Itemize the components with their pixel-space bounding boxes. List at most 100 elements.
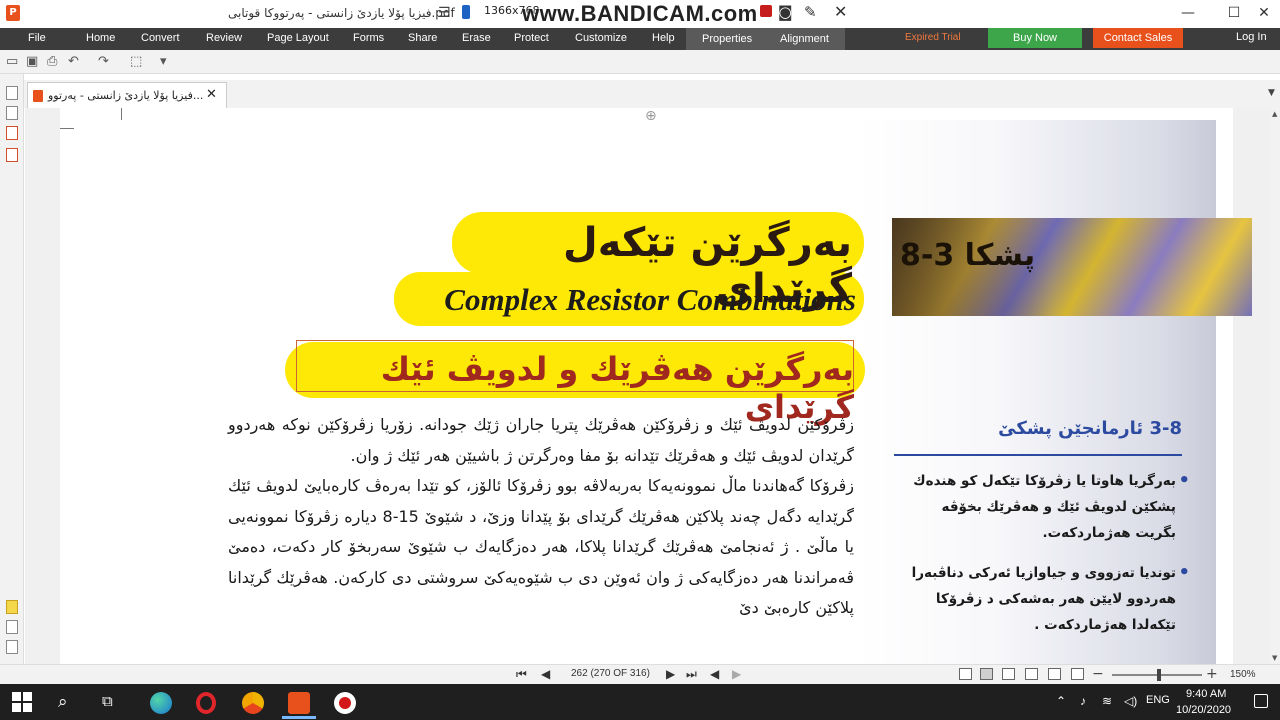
menu-lines-icon[interactable]: ☰ (438, 5, 451, 21)
body-text: زڤرۆکێن لدویڤ ئێك و زڤرۆکێن هەڤرێك پتریا… (228, 410, 854, 624)
menu-home[interactable]: Home (86, 32, 115, 44)
notification-center-icon[interactable] (1254, 694, 1268, 708)
record-stop-icon[interactable] (760, 5, 772, 17)
forward-view-icon[interactable]: ▶ (732, 667, 741, 681)
camera-icon[interactable]: ◙ (778, 3, 793, 21)
zoom-in-button[interactable]: + (1206, 666, 1218, 682)
recorder-close-icon[interactable]: ✕ (834, 2, 847, 21)
microphone-icon[interactable]: ♪ (1080, 694, 1086, 708)
print-icon[interactable]: ⎙ (47, 54, 57, 69)
wifi-icon[interactable]: ≋ (1102, 694, 1112, 708)
status-bar: ⏮ ◀ 262 (270 OF 316) ▶ ⏭ ◀ ▶ − + 150% (0, 664, 1280, 684)
document-tab-bar: فیزیا پۆلا یازدێ زانستی - پەرتوو... ✕ (24, 80, 1280, 108)
facing-view-icon[interactable] (1002, 668, 1015, 680)
page-crop-mark (121, 108, 122, 120)
chrome-browser-icon[interactable] (242, 692, 264, 714)
previous-page-icon[interactable]: ◀ (541, 667, 550, 681)
task-view-icon[interactable]: ⧉ (102, 692, 124, 712)
cover-view-icon[interactable] (1025, 668, 1038, 680)
menu-customize[interactable]: Customize (575, 32, 627, 44)
undo-icon[interactable]: ↶ (68, 54, 79, 69)
continuous-view-icon[interactable] (980, 668, 993, 680)
close-window-button[interactable]: ✕ (1244, 2, 1280, 24)
menu-share[interactable]: Share (408, 32, 437, 44)
buy-now-button[interactable]: Buy Now (988, 28, 1082, 48)
objective-item: بەرگریا هاوتا یا زڤرۆکا تێکەل کو هندەك پ… (910, 468, 1190, 546)
toolbar-more-icon[interactable]: ▾ (160, 54, 167, 69)
fit-width-icon[interactable] (1048, 668, 1061, 680)
objective-item: توندیا تەزووی و جیاوازیا ئەرکی دناڤبەرا … (910, 560, 1190, 638)
layers-icon[interactable] (6, 640, 18, 654)
title-bar: P فیزیا پۆلا یازدێ زانستی - پەرتووکا قوت… (0, 0, 1280, 28)
zoom-slider-handle[interactable] (1157, 669, 1161, 681)
menu-review[interactable]: Review (206, 32, 242, 44)
attachments-icon[interactable] (6, 620, 18, 634)
pdf-editor-task-icon[interactable] (288, 692, 310, 714)
search-panel-icon[interactable] (6, 106, 18, 120)
single-page-view-icon[interactable] (959, 668, 972, 680)
minimize-button[interactable]: — (1168, 2, 1208, 24)
security-icon[interactable] (6, 148, 18, 162)
scroll-down-icon[interactable]: ▼ (1272, 654, 1277, 662)
bookmarks-icon[interactable] (6, 126, 18, 140)
scroll-up-icon[interactable]: ▲ (1272, 110, 1277, 118)
ribbon-menu: File Home Convert Review Page Layout For… (0, 28, 1280, 50)
thumbnails-icon[interactable] (6, 86, 18, 100)
menu-file[interactable]: File (28, 32, 46, 44)
back-view-icon[interactable]: ◀ (710, 667, 719, 681)
last-page-icon[interactable]: ⏭ (686, 667, 697, 682)
first-page-icon[interactable]: ⏮ (516, 667, 527, 682)
save-icon[interactable]: ▣ (26, 54, 38, 69)
objectives-heading: 3-8 ئارمانجێن پشکێ (998, 418, 1182, 439)
app-logo-icon: P (6, 5, 20, 21)
volume-icon[interactable]: ◁) (1124, 694, 1137, 708)
menu-help[interactable]: Help (652, 32, 675, 44)
contact-sales-button[interactable]: Contact Sales (1093, 28, 1183, 48)
tray-chevron-icon[interactable]: ⌃ (1056, 694, 1066, 708)
comments-icon[interactable] (6, 600, 18, 614)
opera-browser-icon[interactable] (196, 692, 216, 714)
menu-page-layout[interactable]: Page Layout (267, 32, 329, 44)
edge-browser-icon[interactable] (150, 692, 172, 714)
page-number-field[interactable]: 262 (270 OF 316) (571, 668, 650, 679)
zoom-out-button[interactable]: − (1092, 666, 1104, 682)
menu-forms[interactable]: Forms (353, 32, 384, 44)
page-crop-mark (60, 128, 74, 129)
document-tab[interactable]: فیزیا پۆلا یازدێ زانستی - پەرتوو... ✕ (27, 82, 227, 108)
bandicam-task-icon[interactable] (334, 692, 356, 714)
windows-taskbar: ⌕ ⧉ ⌃ ♪ ≋ ◁) ENG 9:40 AM 10/20/2020 (0, 684, 1280, 720)
menu-alignment[interactable]: Alignment (764, 28, 845, 50)
zoom-level[interactable]: 150% (1230, 669, 1256, 680)
expired-trial-label: Expired Trial (905, 32, 961, 43)
pdf-page: ⊕ بەرگرێن تێکەل گرێدای Complex Resistor … (60, 108, 1252, 664)
open-folder-icon[interactable]: ▭ (6, 54, 18, 69)
page-title-english: Complex Resistor Combinations (444, 282, 856, 317)
recorder-watermark: www.BANDICAM.com (522, 1, 758, 26)
objectives-list: بەرگریا هاوتا یا زڤرۆکا تێکەل کو هندەك پ… (910, 468, 1190, 652)
vertical-scrollbar[interactable]: ▲ ▼ (1271, 108, 1280, 664)
quick-access-toolbar: ▭ ▣ ⎙ ↶ ↷ ⬚ ▾ (0, 50, 1280, 74)
select-tool-icon[interactable]: ⬚ (130, 54, 142, 69)
tab-list-chevron-icon[interactable]: ▼ (1268, 88, 1275, 98)
left-side-panel (0, 74, 24, 664)
menu-properties[interactable]: Properties (686, 28, 769, 50)
next-page-icon[interactable]: ▶ (666, 667, 675, 681)
menu-protect[interactable]: Protect (514, 32, 549, 44)
document-viewport[interactable]: ⊕ بەرگرێن تێکەل گرێدای Complex Resistor … (25, 108, 1271, 664)
tab-close-icon[interactable]: ✕ (206, 87, 217, 102)
fit-page-icon[interactable] (1071, 668, 1084, 680)
body-paragraph: زڤرۆکا گەهاندنا ماڵ نموونەیەکا بەربەلاڤە… (228, 476, 855, 617)
search-icon[interactable]: ⌕ (58, 692, 80, 712)
menu-erase[interactable]: Erase (462, 32, 491, 44)
menu-convert[interactable]: Convert (141, 32, 180, 44)
pen-icon[interactable]: ✎ (804, 3, 817, 21)
login-button[interactable]: Log In (1236, 31, 1267, 43)
window-title: فیزیا پۆلا یازدێ زانستی - پەرتووکا قوتاب… (228, 6, 455, 20)
redo-icon[interactable]: ↷ (98, 54, 109, 69)
clock-date[interactable]: 10/20/2020 (1176, 704, 1231, 716)
tab-label: فیزیا پۆلا یازدێ زانستی - پەرتوو... (48, 89, 204, 102)
windows-start-icon[interactable] (12, 692, 34, 712)
clock-time[interactable]: 9:40 AM (1186, 688, 1226, 700)
pin-icon[interactable] (462, 5, 470, 19)
language-indicator[interactable]: ENG (1146, 694, 1170, 706)
